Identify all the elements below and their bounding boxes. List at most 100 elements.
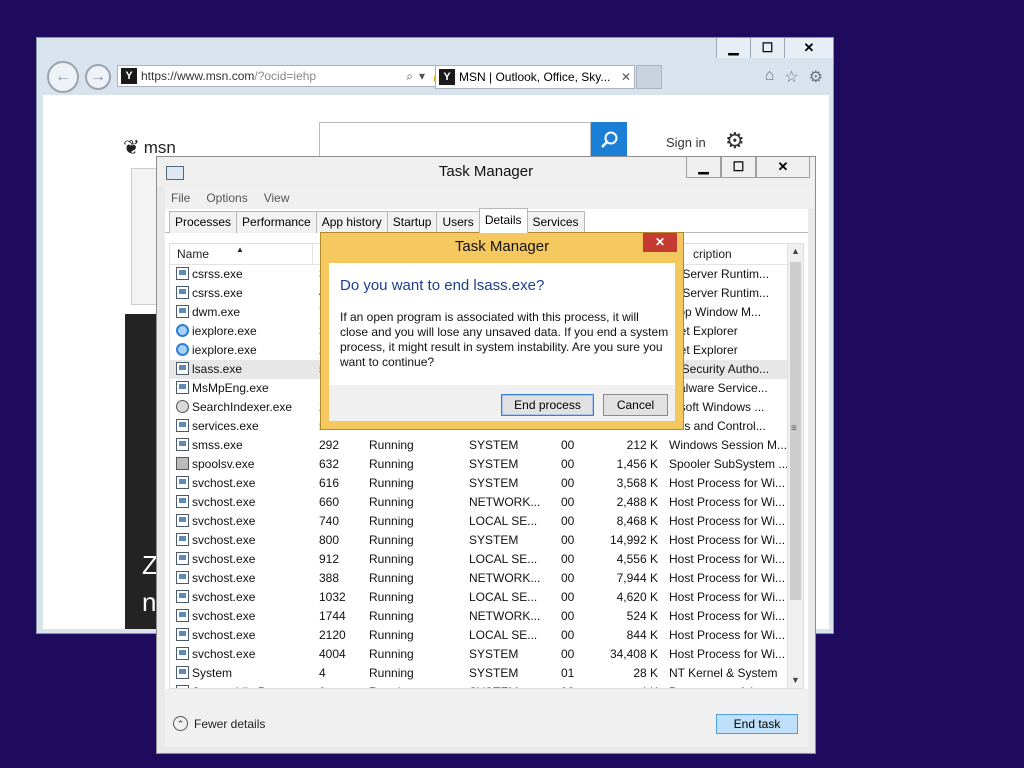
close-button[interactable]: ✕ [756,157,810,178]
forward-button[interactable]: → [85,64,111,90]
table-row[interactable]: spoolsv.exe 632 Running SYSTEM 00 1,456 K Spoo… [170,455,790,474]
application-icon [176,609,189,622]
dialog-close-button[interactable]: ✕ [643,233,677,252]
home-icon[interactable]: ⌂ [765,67,775,87]
cell-mem: 8,468 K [616,514,658,528]
table-row[interactable]: svchost.exe 800 Running SYSTEM 00 14,992 K Hos… [170,531,790,550]
tab-performance[interactable]: Performance [236,211,317,233]
cell-name: svchost.exe [192,647,256,661]
cell-mem: 2,488 K [616,495,658,509]
scroll-down-icon[interactable]: ▼ [788,673,803,688]
cell-status: Running [369,476,414,490]
cell-name: iexplore.exe [192,324,257,338]
cell-pid: 616 [319,476,340,490]
minimize-button[interactable]: ▁ [686,157,721,178]
internet-explorer-icon [176,343,189,356]
tab-users[interactable]: Users [436,211,480,233]
cell-status: Running [369,514,414,528]
cell-pid: 388 [319,571,340,585]
printer-icon [176,457,189,470]
msn-search-button[interactable] [591,122,627,158]
tab-processes[interactable]: Processes [169,211,238,233]
cell-cpu: 00 [561,628,575,642]
menu-options[interactable]: Options [206,191,247,205]
butterfly-icon: ❦ [123,137,140,159]
internet-explorer-icon [176,324,189,337]
cell-mem: 28 K [633,666,658,680]
cell-mem: 7,944 K [616,571,658,585]
cell-pid: 292 [319,438,340,452]
minimize-button[interactable]: ▁ [716,38,750,58]
tab-startup[interactable]: Startup [386,211,438,233]
cell-name: services.exe [192,419,259,433]
application-icon [176,590,189,603]
tab-title: MSN | Outlook, Office, Sky... [459,70,611,84]
tab-services[interactable]: Services [526,211,585,233]
cell-status: Running [369,495,414,509]
cell-name: lsass.exe [192,362,243,376]
column-header-name[interactable]: Name [177,247,209,261]
table-row[interactable]: svchost.exe 912 Running LOCAL SE... 00 4,556 … [170,550,790,569]
tab-details[interactable]: Details [478,208,528,233]
table-row[interactable]: svchost.exe 660 Running NETWORK... 00 2,488 K… [170,493,790,512]
table-row[interactable]: svchost.exe 1032 Running LOCAL SE... 00 4,620… [170,588,790,607]
end-task-button[interactable]: End task [716,714,798,734]
maximize-button[interactable]: ☐ [721,157,756,178]
msn-favicon-icon: Y [121,68,137,84]
dialog-message: If an open program is associated with th… [340,310,669,369]
table-row[interactable]: smss.exe 292 Running SYSTEM 00 212 K Windows S… [170,436,790,455]
cell-status: Running [369,647,414,661]
cell-name: svchost.exe [192,628,256,642]
dropdown-icon[interactable]: ▾ [419,69,425,84]
cell-desc: al Security Autho... [669,362,770,376]
table-row[interactable]: svchost.exe 2120 Running LOCAL SE... 00 844 K… [170,626,790,645]
browser-tab-msn[interactable]: Y MSN | Outlook, Office, Sky... ✕ [435,65,635,89]
column-header-description[interactable]: cription [693,247,732,261]
address-bar[interactable]: Y https://www.msn.com/?ocid=iehp ⌕ ▾ 🔒 ↻ [117,65,468,87]
menu-view[interactable]: View [264,191,290,205]
cell-name: MsMpEng.exe [192,381,269,395]
msn-search-input[interactable] [319,122,591,158]
settings-gear-icon[interactable]: ⚙ [725,128,745,154]
table-row[interactable]: System 4 Running SYSTEM 01 28 K NT Kernel & Sy… [170,664,790,683]
cell-mem: 1,456 K [616,457,658,471]
fewer-details-button[interactable]: ⌃ Fewer details [173,716,265,731]
application-icon [176,476,189,489]
cell-mem: 3,568 K [616,476,658,490]
end-process-dialog: Task Manager ✕ Do you want to end lsass.… [320,232,684,430]
cancel-button[interactable]: Cancel [603,394,668,416]
cell-mem: 212 K [626,438,658,452]
cell-user: NETWORK... [469,495,541,509]
back-button[interactable]: ← [47,61,79,93]
task-manager-titlebar: Task Manager ▁ ☐ ✕ [157,157,815,187]
table-row[interactable]: svchost.exe 740 Running LOCAL SE... 00 8,468 … [170,512,790,531]
cell-name: smss.exe [192,438,243,452]
menu-file[interactable]: File [171,191,190,205]
msn-favicon-icon: Y [439,69,455,85]
cell-name: dwm.exe [192,305,241,319]
scroll-up-icon[interactable]: ▲ [788,244,803,259]
table-row[interactable]: svchost.exe 1744 Running NETWORK... 00 524 K H… [170,607,790,626]
sign-in-link[interactable]: Sign in [666,135,706,150]
maximize-button[interactable]: ☐ [750,38,784,58]
vertical-scrollbar[interactable]: ▲ ≡ ▼ [787,244,803,688]
cell-cpu: 00 [561,590,575,604]
cell-desc: rosoft Windows ... [669,400,765,414]
tab-app-history[interactable]: App history [315,211,388,233]
cell-desc: Host Process for Wi... [669,495,786,509]
table-row[interactable]: svchost.exe 388 Running NETWORK... 00 7,944 K… [170,569,790,588]
table-row[interactable]: svchost.exe 616 Running SYSTEM 00 3,568 K Host… [170,474,790,493]
gear-icon[interactable]: ⚙ [809,67,823,87]
search-icon[interactable]: ⌕ [406,69,413,84]
browser-window-controls: ▁ ☐ ✕ [716,38,833,58]
cell-desc: Host Process for Wi... [669,514,786,528]
new-tab-button[interactable] [636,65,662,89]
application-icon [176,495,189,508]
table-row[interactable]: svchost.exe 4004 Running SYSTEM 00 34,408 K Ho… [170,645,790,664]
close-button[interactable]: ✕ [784,38,833,58]
close-tab-icon[interactable]: ✕ [618,70,634,84]
favorites-star-icon[interactable]: ☆ [784,67,798,87]
end-process-button[interactable]: End process [501,394,594,416]
cell-pid: 4004 [319,647,346,661]
cell-name: System [192,666,233,680]
